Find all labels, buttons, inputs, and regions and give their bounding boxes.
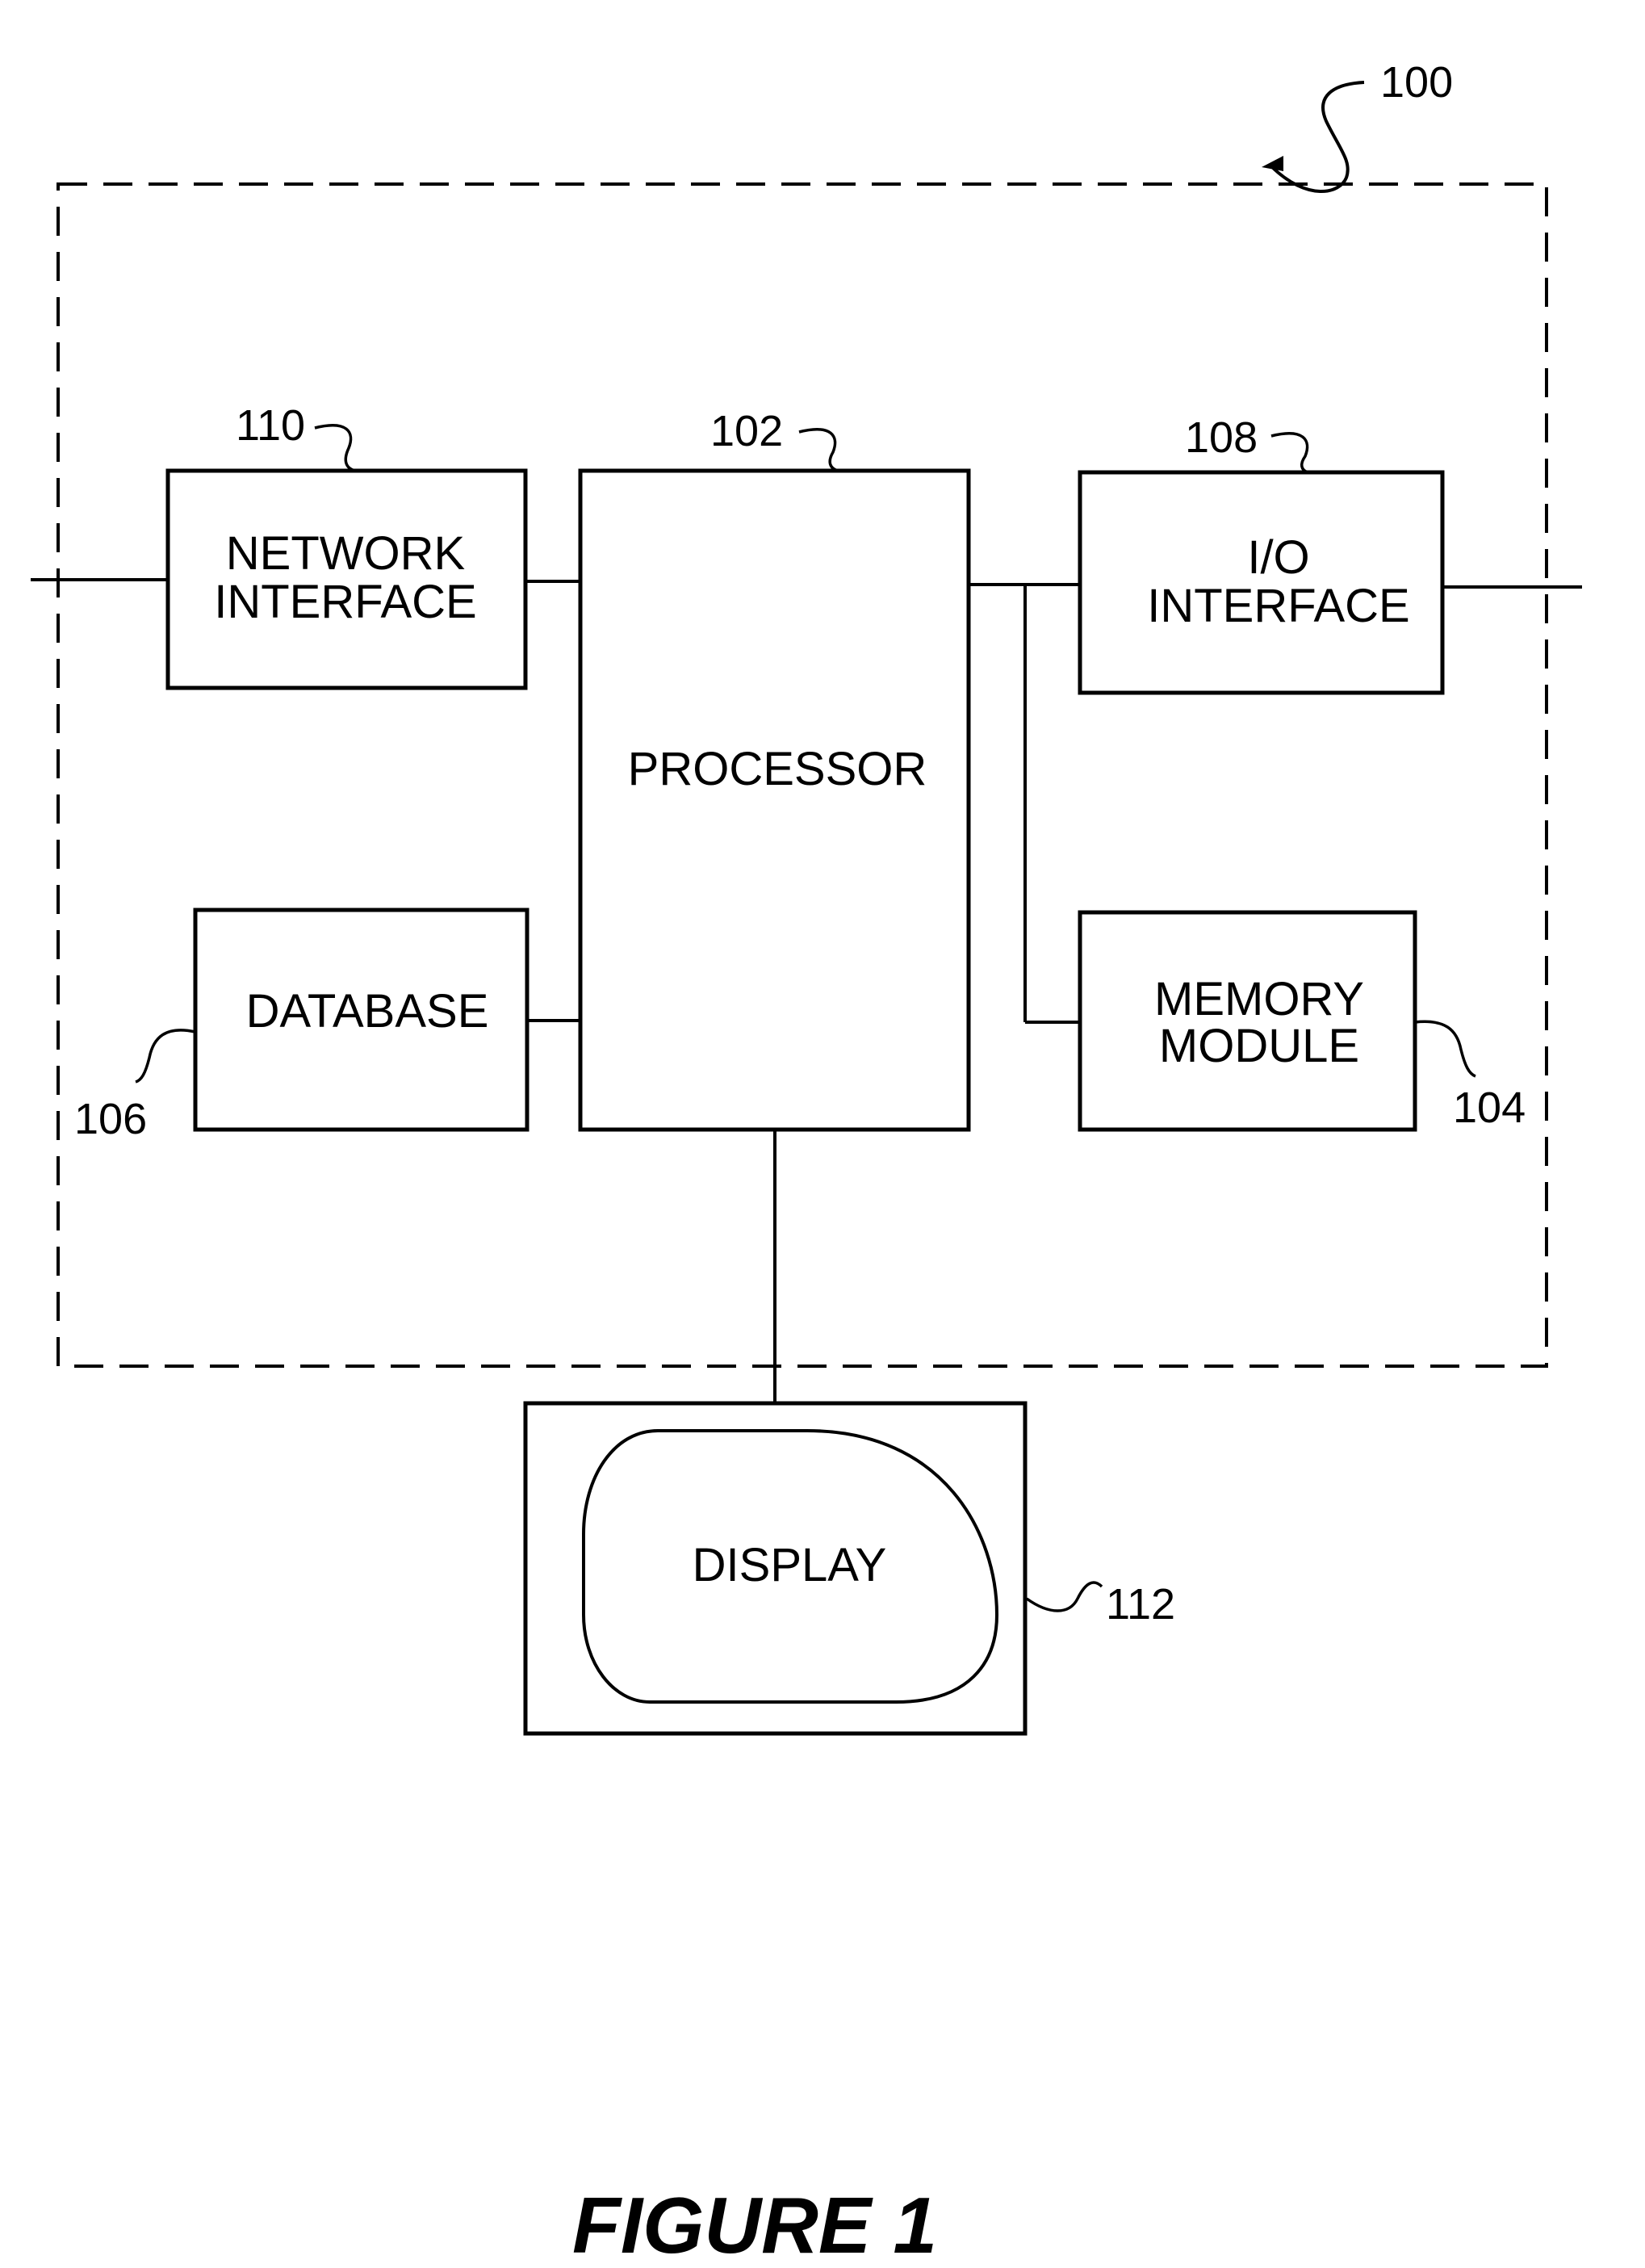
io-interface-ref: 108: [1185, 413, 1258, 462]
memory-ref-leader: [1414, 1020, 1476, 1078]
io-interface-label-1: I/O: [1247, 531, 1309, 584]
processor-block: PROCESSOR: [578, 468, 971, 1132]
network-interface-label-2: INTERFACE: [214, 576, 477, 628]
display-block: DISPLAY: [523, 1401, 1028, 1736]
display-ref: 112: [1106, 1580, 1175, 1629]
system-ref: 100: [1380, 58, 1453, 107]
network-interface-ref: 110: [236, 401, 305, 450]
figure-caption: FIGURE 1: [572, 2181, 937, 2268]
database-block: DATABASE: [193, 908, 529, 1132]
memory-module-ref: 104: [1453, 1084, 1526, 1132]
io-interface-block: I/O INTERFACE: [1078, 470, 1445, 695]
processor-ref-leader: [798, 428, 839, 472]
memory-module-block: MEMORY MODULE: [1078, 910, 1417, 1132]
display-ref-leader: [1025, 1581, 1103, 1612]
system-ref-leader: [1270, 81, 1365, 193]
network-interface-block: NETWORK INTERFACE: [165, 468, 528, 690]
arrow-icon: [1262, 156, 1283, 171]
processor-label: PROCESSOR: [628, 743, 927, 795]
database-ref-leader: [135, 1029, 196, 1084]
block-diagram: 100 NETWORK INTERFACE 110 PROCESSOR 102 …: [31, 58, 1582, 2268]
database-label: DATABASE: [246, 985, 489, 1038]
io-ref-leader: [1270, 432, 1309, 474]
processor-ref: 102: [710, 407, 783, 455]
display-label: DISPLAY: [693, 1539, 887, 1591]
network-interface-label-1: NETWORK: [226, 527, 466, 580]
memory-module-label-2: MODULE: [1159, 1020, 1359, 1072]
network-ref-leader: [314, 424, 356, 472]
io-interface-label-2: INTERFACE: [1147, 580, 1410, 632]
memory-module-label-1: MEMORY: [1154, 973, 1364, 1025]
database-ref: 106: [74, 1095, 147, 1143]
